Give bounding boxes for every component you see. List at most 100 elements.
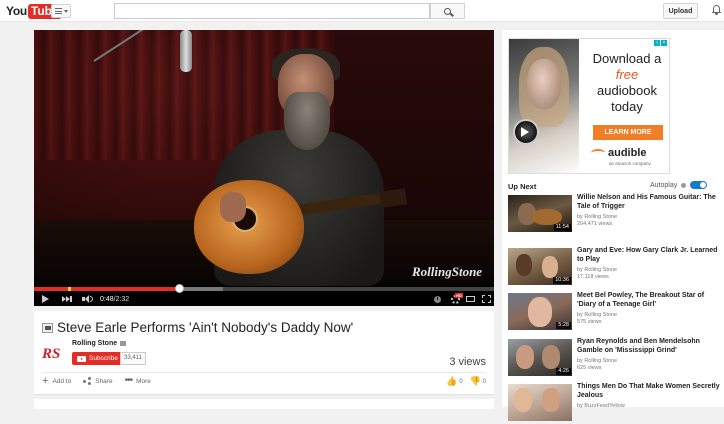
comments-card <box>34 399 494 409</box>
gear-icon: HD <box>451 292 463 304</box>
video-duration: 10:36 <box>553 277 571 284</box>
video-thumbnail[interactable] <box>508 384 572 421</box>
duration: 2:32 <box>115 295 130 303</box>
video-thumbnail[interactable]: 4:26 <box>508 339 572 376</box>
more-label: More <box>136 377 151 385</box>
next-icon <box>62 296 72 302</box>
mute-button[interactable] <box>82 294 93 304</box>
settings-button[interactable]: HD <box>451 292 463 304</box>
info-icon[interactable] <box>681 182 687 188</box>
audible-logo: audible <box>591 147 647 159</box>
ad-headline-free: free <box>615 67 639 82</box>
playlist-badge-icon <box>42 322 53 333</box>
autoplay-label: Autoplay <box>650 181 678 189</box>
more-dots-icon: ••• <box>124 375 133 386</box>
more-button[interactable]: ••• More <box>124 375 151 386</box>
upload-button[interactable]: Upload <box>663 3 698 19</box>
video-title[interactable]: Things Men Do That Make Women Secretly J… <box>577 383 721 400</box>
video-channel: by Rolling Stone <box>577 267 618 273</box>
video-title: Steve Earle Performs 'Ain't Nobody's Dad… <box>57 320 354 335</box>
volume-icon <box>82 295 93 303</box>
autoplay-toggle[interactable] <box>690 181 708 189</box>
autoplay-control: Autoplay <box>650 181 708 189</box>
subscribe-label: Subscribe <box>89 355 118 362</box>
info-icon: i <box>434 295 441 303</box>
progress-bar[interactable] <box>34 284 494 293</box>
list-item[interactable]: 4:26 Ryan Reynolds and Ben Mendelsohn Ga… <box>508 338 721 379</box>
share-button[interactable]: Share <box>83 377 113 385</box>
video-title[interactable]: Ryan Reynolds and Ben Mendelsohn Gamble … <box>577 338 721 355</box>
ad-choices[interactable]: i × <box>654 40 667 46</box>
list-item[interactable]: 10:36 Gary and Eve: How Gary Clark Jr. L… <box>508 247 721 288</box>
list-item[interactable]: 11:54 Willie Nelson and His Famous Guita… <box>508 194 721 235</box>
video-frame[interactable]: RollingStone <box>34 30 494 286</box>
audible-ad[interactable]: i × Download a free audiobook today LEAR… <box>508 38 670 174</box>
video-channel: by BuzzFeedYellow <box>577 403 625 409</box>
ad-headline: Download a free audiobook today <box>585 51 669 115</box>
channel-name[interactable]: Rolling Stone <box>72 340 117 347</box>
video-views: 575 views <box>577 319 602 325</box>
search-input[interactable] <box>114 3 430 19</box>
channel-name-row: Rolling Stone <box>72 340 127 347</box>
like-dislike-bar: 👍 0 👎 0 <box>446 377 486 386</box>
video-watermark: RollingStone <box>412 264 483 279</box>
caret-down-icon <box>63 9 68 13</box>
add-to-button[interactable]: + Add to <box>42 375 72 387</box>
subscribe-button[interactable]: Subscribe <box>72 352 123 365</box>
list-item[interactable]: Things Men Do That Make Women Secretly J… <box>508 383 721 424</box>
channel-avatar[interactable]: RS <box>42 343 68 365</box>
player-controls: 0:48 / 2:32 i HD <box>34 292 494 306</box>
list-item[interactable]: 5:28 Meet Bel Powley, The Breakout Star … <box>508 292 721 333</box>
video-views: 204,471 views <box>577 221 613 227</box>
progress-played <box>34 287 180 291</box>
audible-subtitle: an amazon company <box>609 161 651 166</box>
title-row: Steve Earle Performs 'Ain't Nobody's Dad… <box>42 320 353 335</box>
video-thumbnail[interactable]: 5:28 <box>508 293 572 330</box>
current-time: 0:48 <box>100 295 114 303</box>
theater-mode-icon <box>466 296 475 302</box>
fullscreen-button[interactable] <box>482 294 491 304</box>
verified-icon <box>120 341 127 346</box>
sidebar: i × Download a free audiobook today LEAR… <box>502 30 724 421</box>
add-to-label: Add to <box>52 377 72 385</box>
next-button[interactable] <box>62 294 72 304</box>
video-channel: by Rolling Stone <box>577 358 618 364</box>
video-channel: by Rolling Stone <box>577 214 618 220</box>
thumbs-down-icon: 👎 <box>469 376 481 386</box>
video-channel: by Rolling Stone <box>577 312 618 318</box>
ad-headline-line2: audiobook <box>597 83 657 98</box>
theater-mode-button[interactable] <box>466 294 475 304</box>
search-button[interactable] <box>430 3 465 19</box>
audible-waves-icon <box>591 149 605 157</box>
ad-headline-line1: Download a <box>592 51 662 66</box>
video-views: 17,118 views <box>577 274 609 280</box>
annotations-button[interactable]: i <box>434 294 441 304</box>
dislike-count: 0 <box>482 378 486 385</box>
video-title[interactable]: Willie Nelson and His Famous Guitar: The… <box>577 194 721 211</box>
microphone <box>180 30 192 72</box>
logo-you-text: You <box>6 4 27 18</box>
dislike-button[interactable]: 👎 0 <box>470 377 486 386</box>
play-icon <box>521 127 529 137</box>
guide-menu-button[interactable] <box>51 4 71 18</box>
video-info-card: Steve Earle Performs 'Ain't Nobody's Dad… <box>34 311 494 395</box>
video-title[interactable]: Meet Bel Powley, The Breakout Star of 'D… <box>577 292 721 309</box>
notifications-bell-icon[interactable] <box>712 5 721 16</box>
like-button[interactable]: 👍 0 <box>446 377 462 386</box>
play-icon <box>42 295 49 303</box>
close-icon[interactable]: × <box>661 40 667 46</box>
video-thumbnail[interactable]: 11:54 <box>508 195 572 232</box>
youtube-play-icon <box>77 355 86 362</box>
ad-headline-line3: today <box>611 99 643 114</box>
plus-icon: + <box>42 375 49 387</box>
masthead: You Tube Upload <box>0 0 724 22</box>
video-title[interactable]: Gary and Eve: How Gary Clark Jr. Learned… <box>577 247 721 264</box>
subscriber-count: 33,411 <box>120 352 146 365</box>
video-player[interactable]: RollingStone 0:48 / 2:32 i HD <box>34 30 494 306</box>
play-button[interactable] <box>42 294 49 304</box>
learn-more-button[interactable]: LEARN MORE <box>593 125 663 140</box>
up-next-label: Up Next <box>508 182 537 191</box>
search-icon <box>444 7 451 15</box>
video-thumbnail[interactable]: 10:36 <box>508 248 572 285</box>
video-duration: 5:28 <box>556 322 571 329</box>
